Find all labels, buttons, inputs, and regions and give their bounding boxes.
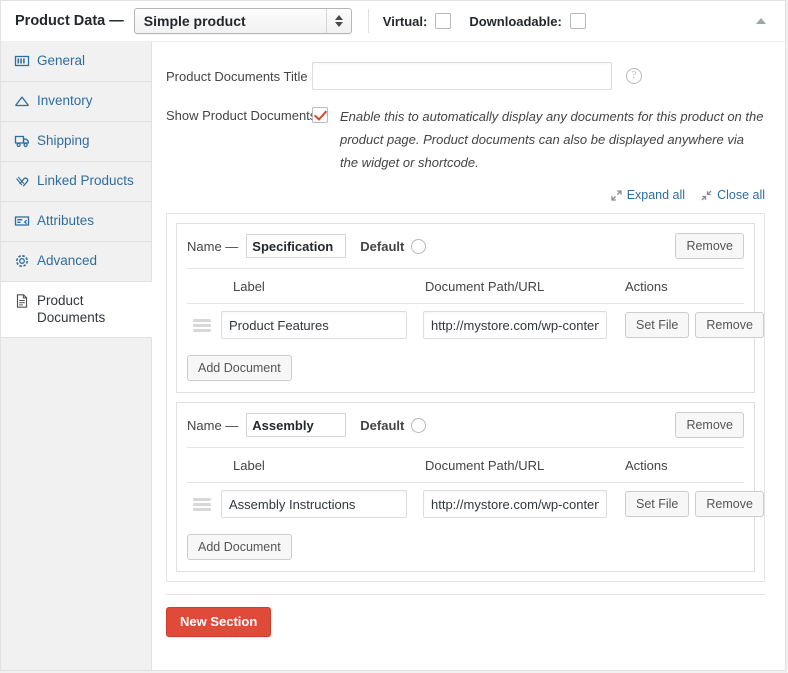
help-circle-icon[interactable]: ? bbox=[626, 68, 642, 84]
inventory-icon bbox=[14, 93, 30, 109]
product-data-tabs: General Inventory Shipping Linked Produc… bbox=[1, 42, 152, 670]
sidebar-item-label: Shipping bbox=[37, 132, 90, 150]
section-default-label: Default bbox=[360, 418, 404, 433]
section-default-radio[interactable] bbox=[411, 418, 426, 433]
set-file-button[interactable]: Set File bbox=[625, 491, 689, 517]
drag-handle-icon[interactable] bbox=[193, 498, 211, 511]
document-icon bbox=[14, 293, 30, 309]
document-url-input[interactable] bbox=[423, 490, 607, 518]
sidebar-item-label: Inventory bbox=[37, 92, 93, 110]
remove-document-button[interactable]: Remove bbox=[695, 491, 764, 517]
column-header-actions: Actions bbox=[619, 458, 744, 473]
section-default-label: Default bbox=[360, 239, 404, 254]
expand-all-label: Expand all bbox=[627, 188, 685, 202]
general-icon bbox=[14, 53, 30, 69]
section-name-input[interactable] bbox=[246, 234, 346, 258]
downloadable-checkbox-group: Downloadable: bbox=[469, 13, 585, 29]
product-type-select[interactable]: Simple product bbox=[134, 8, 352, 34]
table-row: Set File Remove bbox=[187, 483, 744, 525]
sidebar-item-product-documents[interactable]: Product Documents bbox=[1, 282, 152, 338]
new-section-button[interactable]: New Section bbox=[166, 607, 271, 637]
add-document-row: Add Document bbox=[177, 346, 754, 392]
expand-controls: Expand all Close all bbox=[152, 174, 785, 202]
select-arrows-icon bbox=[326, 9, 351, 33]
virtual-checkbox[interactable] bbox=[435, 13, 451, 29]
document-section: Name — Default Remove Label Document Pat… bbox=[176, 223, 755, 393]
column-header-label: Label bbox=[221, 279, 423, 294]
column-header-url: Document Path/URL bbox=[423, 458, 619, 473]
sidebar-item-advanced[interactable]: Advanced bbox=[1, 242, 151, 282]
sidebar-item-label: General bbox=[37, 52, 85, 70]
column-header-label: Label bbox=[221, 458, 423, 473]
add-document-row: Add Document bbox=[177, 525, 754, 571]
table-row: Set File Remove bbox=[187, 304, 744, 346]
sidebar-item-label: Attributes bbox=[37, 212, 94, 230]
sections-container: Name — Default Remove Label Document Pat… bbox=[166, 213, 765, 582]
collapse-arrows-icon bbox=[701, 190, 712, 201]
column-header-url: Document Path/URL bbox=[423, 279, 619, 294]
section-name-label: Name — bbox=[187, 418, 238, 433]
section-header: Name — Default Remove bbox=[177, 224, 754, 268]
set-file-button[interactable]: Set File bbox=[625, 312, 689, 338]
expand-arrows-icon bbox=[611, 190, 622, 201]
section-remove-button[interactable]: Remove bbox=[675, 233, 744, 259]
section-name-input[interactable] bbox=[246, 413, 346, 437]
sidebar-item-shipping[interactable]: Shipping bbox=[1, 122, 151, 162]
header-divider bbox=[368, 9, 369, 33]
expand-all-link[interactable]: Expand all bbox=[611, 188, 685, 202]
link-icon bbox=[14, 173, 30, 189]
add-document-button[interactable]: Add Document bbox=[187, 355, 292, 381]
sidebar-item-label: Product Documents bbox=[37, 292, 145, 327]
shipping-icon bbox=[14, 133, 30, 149]
virtual-label: Virtual: bbox=[383, 14, 428, 29]
downloadable-label: Downloadable: bbox=[469, 14, 561, 29]
close-all-link[interactable]: Close all bbox=[701, 188, 765, 202]
downloadable-checkbox[interactable] bbox=[570, 13, 586, 29]
close-all-label: Close all bbox=[717, 188, 765, 202]
sidebar-item-label: Advanced bbox=[37, 252, 97, 270]
drag-handle-cell bbox=[187, 498, 221, 511]
sidebar-item-label: Linked Products bbox=[37, 172, 134, 190]
sidebar-item-linked-products[interactable]: Linked Products bbox=[1, 162, 151, 202]
attributes-icon bbox=[14, 213, 30, 229]
advanced-gear-icon bbox=[14, 253, 30, 269]
documents-table: Label Document Path/URL Actions bbox=[187, 268, 744, 346]
table-header-row: Label Document Path/URL Actions bbox=[187, 448, 744, 483]
virtual-checkbox-group: Virtual: bbox=[383, 13, 452, 29]
doc-title-row: Product Documents Title ? bbox=[152, 42, 785, 90]
show-documents-label: Show Product Documents bbox=[166, 106, 312, 123]
section-name-label: Name — bbox=[187, 239, 238, 254]
add-document-button[interactable]: Add Document bbox=[187, 534, 292, 560]
documents-table: Label Document Path/URL Actions bbox=[187, 447, 744, 525]
drag-handle-cell bbox=[187, 319, 221, 332]
panel-footer: New Section bbox=[152, 595, 785, 637]
sidebar-item-attributes[interactable]: Attributes bbox=[1, 202, 151, 242]
product-documents-panel: Product Documents Title ? Show Product D… bbox=[152, 42, 785, 670]
page-title: Product Data — bbox=[15, 13, 124, 29]
show-documents-row: Show Product Documents Enable this to au… bbox=[152, 90, 785, 174]
sidebar-item-general[interactable]: General bbox=[1, 42, 151, 82]
doc-title-input[interactable] bbox=[312, 62, 612, 90]
drag-handle-icon[interactable] bbox=[193, 319, 211, 332]
sidebar-item-inventory[interactable]: Inventory bbox=[1, 82, 151, 122]
section-default-radio[interactable] bbox=[411, 239, 426, 254]
column-header-actions: Actions bbox=[619, 279, 744, 294]
document-url-input[interactable] bbox=[423, 311, 607, 339]
panel-body: General Inventory Shipping Linked Produc… bbox=[1, 42, 785, 670]
remove-document-button[interactable]: Remove bbox=[695, 312, 764, 338]
document-label-input[interactable] bbox=[221, 490, 407, 518]
product-data-panel: Product Data — Simple product Virtual: D… bbox=[0, 0, 786, 671]
document-section: Name — Default Remove Label Document Pat… bbox=[176, 402, 755, 572]
panel-header: Product Data — Simple product Virtual: D… bbox=[1, 1, 785, 42]
section-remove-button[interactable]: Remove bbox=[675, 412, 744, 438]
document-label-input[interactable] bbox=[221, 311, 407, 339]
section-header: Name — Default Remove bbox=[177, 403, 754, 447]
caret-up-icon[interactable] bbox=[751, 11, 771, 31]
show-documents-description: Enable this to automatically display any… bbox=[340, 106, 765, 174]
doc-title-label: Product Documents Title bbox=[166, 69, 312, 84]
show-documents-checkbox[interactable] bbox=[312, 107, 328, 123]
table-header-row: Label Document Path/URL Actions bbox=[187, 269, 744, 304]
product-type-value: Simple product bbox=[135, 13, 326, 29]
